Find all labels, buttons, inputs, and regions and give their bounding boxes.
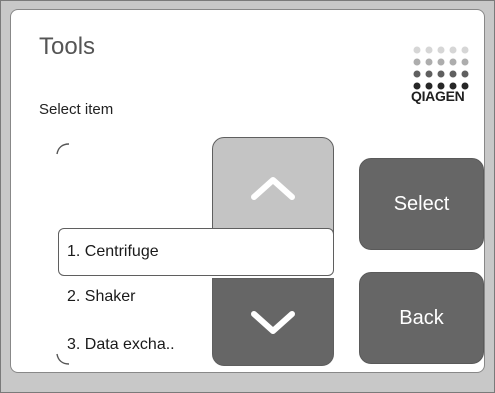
page-title: Tools <box>39 33 96 60</box>
scroll-indicator-top-icon <box>56 143 70 155</box>
scroll-indicator-bottom-icon <box>56 353 70 365</box>
chevron-down-icon <box>251 311 295 334</box>
scroll-up-button[interactable] <box>212 137 334 240</box>
subtitle-label: Select item <box>39 101 114 118</box>
select-button[interactable]: Select <box>359 158 484 250</box>
list-item-label: 1. Centrifuge <box>67 243 159 260</box>
brand-logo-text: QIAGEN <box>411 88 465 104</box>
device-screen: Tools Select item QIAGEN 1. Centrifuge 2… <box>0 0 495 393</box>
chevron-up-icon <box>251 176 295 200</box>
list-item-shaker[interactable]: 2. Shaker <box>67 289 135 305</box>
list-item-centrifuge[interactable]: 1. Centrifuge <box>58 228 334 276</box>
tools-panel: Tools Select item QIAGEN 1. Centrifuge 2… <box>10 9 485 373</box>
scroll-down-button[interactable] <box>212 278 334 366</box>
back-button[interactable]: Back <box>359 272 484 364</box>
list-item-data-exchange[interactable]: 3. Data excha.. <box>67 337 175 353</box>
